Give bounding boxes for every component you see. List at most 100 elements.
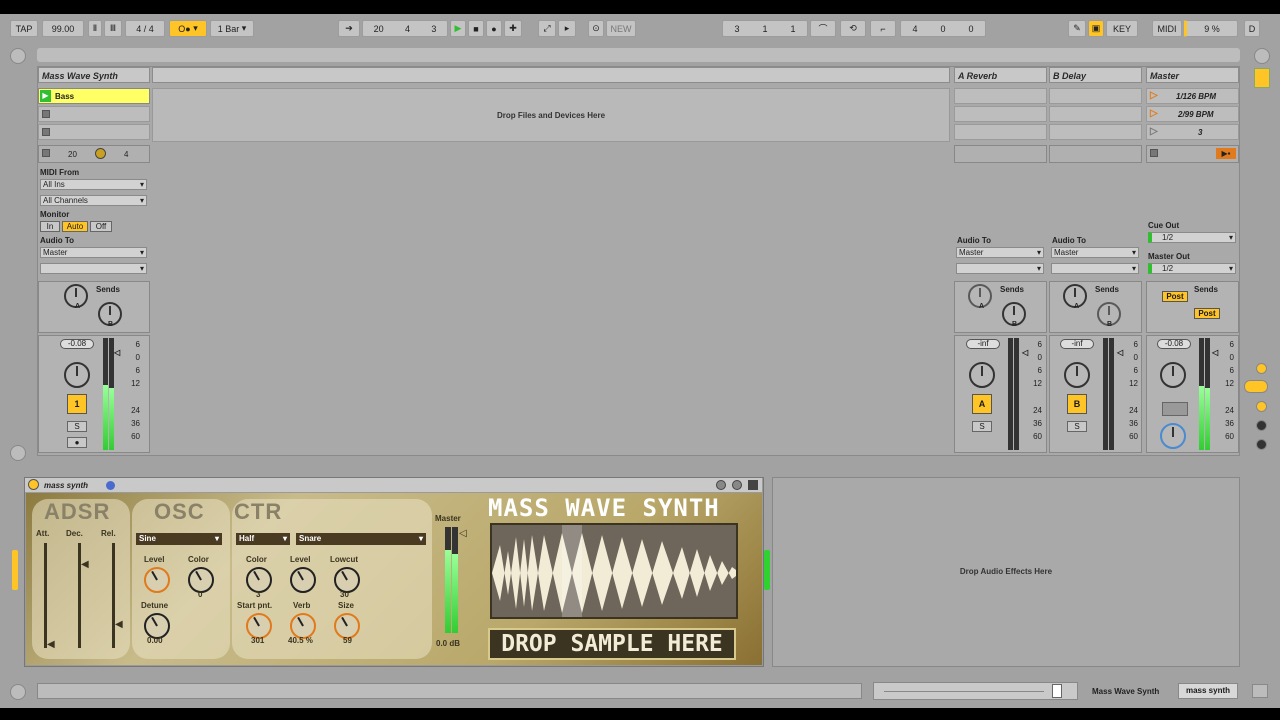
audio-channel-select[interactable] <box>40 263 147 274</box>
returns-toggle-icon[interactable] <box>1256 420 1267 431</box>
volume-value[interactable]: -0.08 <box>60 339 94 349</box>
automation-arm-button[interactable]: ⤢ <box>538 20 556 37</box>
midi-channel-select[interactable]: All Channels <box>40 195 147 206</box>
audio-to-select[interactable]: Master <box>1051 247 1139 258</box>
osc-wave-select[interactable]: Sine <box>136 533 222 545</box>
drop-files-area[interactable]: Drop Files and Devices Here <box>152 88 950 142</box>
clip-slot[interactable] <box>38 106 150 122</box>
tap-button[interactable]: TAP <box>10 20 38 37</box>
new-button[interactable]: NEW <box>606 20 636 37</box>
status-track-name[interactable]: Mass Wave Synth <box>1092 687 1159 696</box>
track-activator-button[interactable]: 1 <box>67 394 87 414</box>
device-title-bar[interactable] <box>25 478 762 492</box>
device-edit-icon[interactable] <box>106 481 115 490</box>
punch-in-button[interactable]: ⌒ <box>810 20 836 37</box>
play-button[interactable]: ▶ <box>450 20 466 37</box>
pan-knob[interactable] <box>64 362 90 388</box>
clip-play-icon[interactable]: ▶ <box>40 90 51 102</box>
session-view-icon[interactable] <box>1254 68 1270 88</box>
device-fold-icon[interactable] <box>12 550 18 590</box>
status-device-name[interactable]: mass synth <box>1178 683 1238 699</box>
metronome-button[interactable]: O● ▾ <box>169 20 207 37</box>
master-slider-handle[interactable]: ◁ <box>459 528 467 539</box>
io-toggle-icon[interactable] <box>1244 380 1268 393</box>
overdub-button[interactable]: ✚ <box>504 20 522 37</box>
nudge-up-button[interactable]: Ⅲ <box>104 20 122 37</box>
drop-sample-zone[interactable]: DROP SAMPLE HERE <box>488 628 736 660</box>
audio-effects-drop-area[interactable]: Drop Audio Effects Here <box>772 477 1240 667</box>
track-knob-icon[interactable] <box>95 148 106 159</box>
track-header-b-delay[interactable]: B Delay <box>1049 67 1142 83</box>
pan-knob[interactable] <box>969 362 995 388</box>
session-record-button[interactable]: ⊙ <box>588 20 604 37</box>
quantize-select[interactable]: 1 Bar ▾ <box>210 20 254 37</box>
waveform-display[interactable] <box>490 523 738 619</box>
scene-launch-icon[interactable]: ▷ <box>1150 126 1158 137</box>
audio-to-select[interactable]: Master <box>40 247 147 258</box>
release-slider[interactable] <box>112 543 115 648</box>
view-toggle-icon[interactable] <box>1254 48 1270 64</box>
overview-scroller[interactable] <box>873 682 1078 700</box>
time-signature[interactable]: 4 / 4 <box>125 20 165 37</box>
osc-level-knob[interactable] <box>144 567 170 593</box>
arm-button[interactable]: ● <box>67 437 87 448</box>
stop-button[interactable]: ■ <box>468 20 484 37</box>
input-toggle-icon[interactable] <box>1256 363 1267 374</box>
device-save-icon[interactable] <box>732 480 742 490</box>
detail-toggle-icon[interactable] <box>1252 684 1268 698</box>
audio-channel-select[interactable] <box>956 263 1044 274</box>
attack-slider-handle[interactable]: ◀ <box>47 639 55 650</box>
midi-input-select[interactable]: All Ins <box>40 179 147 190</box>
stop-slot-icon[interactable] <box>42 128 50 136</box>
key-button[interactable]: KEY <box>1106 20 1138 37</box>
loop-length-field[interactable]: 400 <box>900 20 986 37</box>
monitor-in-button[interactable]: In <box>40 221 60 232</box>
stop-all-clips-icon[interactable] <box>42 149 50 157</box>
track-activator-button[interactable]: B <box>1067 394 1087 414</box>
device-hotswap-icon[interactable] <box>716 480 726 490</box>
overview-position-handle[interactable] <box>1052 684 1062 698</box>
post-button[interactable]: Post <box>1162 291 1188 302</box>
pan-knob[interactable] <box>1064 362 1090 388</box>
follow-button[interactable]: ➔ <box>338 20 360 37</box>
cue-volume-knob[interactable] <box>1160 423 1186 449</box>
punch-out-button[interactable]: ⌐ <box>870 20 896 37</box>
nudge-down-button[interactable]: Ⅱ <box>88 20 102 37</box>
monitor-auto-button[interactable]: Auto <box>62 221 88 232</box>
audio-to-select[interactable]: Master <box>956 247 1044 258</box>
scene-launch-icon[interactable]: ▷ <box>1150 108 1158 119</box>
decay-slider-handle[interactable]: ◀ <box>81 559 89 570</box>
scene-launch-icon[interactable]: ▷ <box>1150 90 1158 101</box>
audio-channel-select[interactable] <box>1051 263 1139 274</box>
sends-toggle-icon[interactable] <box>1256 401 1267 412</box>
cue-out-select[interactable]: 1/2 <box>1148 232 1236 243</box>
device-activator-icon[interactable] <box>28 479 39 490</box>
solo-button[interactable]: S <box>1067 421 1087 432</box>
ctr-mode-select[interactable]: Half <box>236 533 290 545</box>
scene-3[interactable] <box>1146 124 1239 140</box>
info-toggle-icon[interactable] <box>10 445 26 461</box>
arrangement-position[interactable]: 20 4 3 <box>362 20 448 37</box>
pan-knob[interactable] <box>1160 362 1186 388</box>
post-button[interactable]: Post <box>1194 308 1220 319</box>
mixer-toggle-icon[interactable] <box>1256 439 1267 450</box>
track-header-a-reverb[interactable]: A Reverb <box>954 67 1047 83</box>
info-view-icon[interactable] <box>10 684 26 700</box>
master-out-select[interactable]: 1/2 <box>1148 263 1236 274</box>
track-header-synth[interactable]: Mass Wave Synth <box>38 67 150 83</box>
device-close-icon[interactable] <box>748 480 758 490</box>
track-header-master[interactable]: Master <box>1146 67 1239 83</box>
volume-value[interactable]: -0.08 <box>1157 339 1191 349</box>
ctr-level-knob[interactable] <box>290 567 316 593</box>
release-slider-handle[interactable]: ◀ <box>115 619 123 630</box>
volume-value[interactable]: -inf <box>1060 339 1094 349</box>
record-button[interactable]: ● <box>486 20 502 37</box>
clip-slot[interactable] <box>38 124 150 140</box>
attack-slider[interactable] <box>44 543 47 648</box>
loop-button[interactable]: ⟲ <box>840 20 866 37</box>
master-fader-icon[interactable] <box>1162 402 1188 416</box>
solo-button[interactable]: S <box>972 421 992 432</box>
re-enable-automation-button[interactable]: ▸ <box>558 20 576 37</box>
midi-button[interactable]: MIDI <box>1152 20 1182 37</box>
solo-button[interactable]: S <box>67 421 87 432</box>
